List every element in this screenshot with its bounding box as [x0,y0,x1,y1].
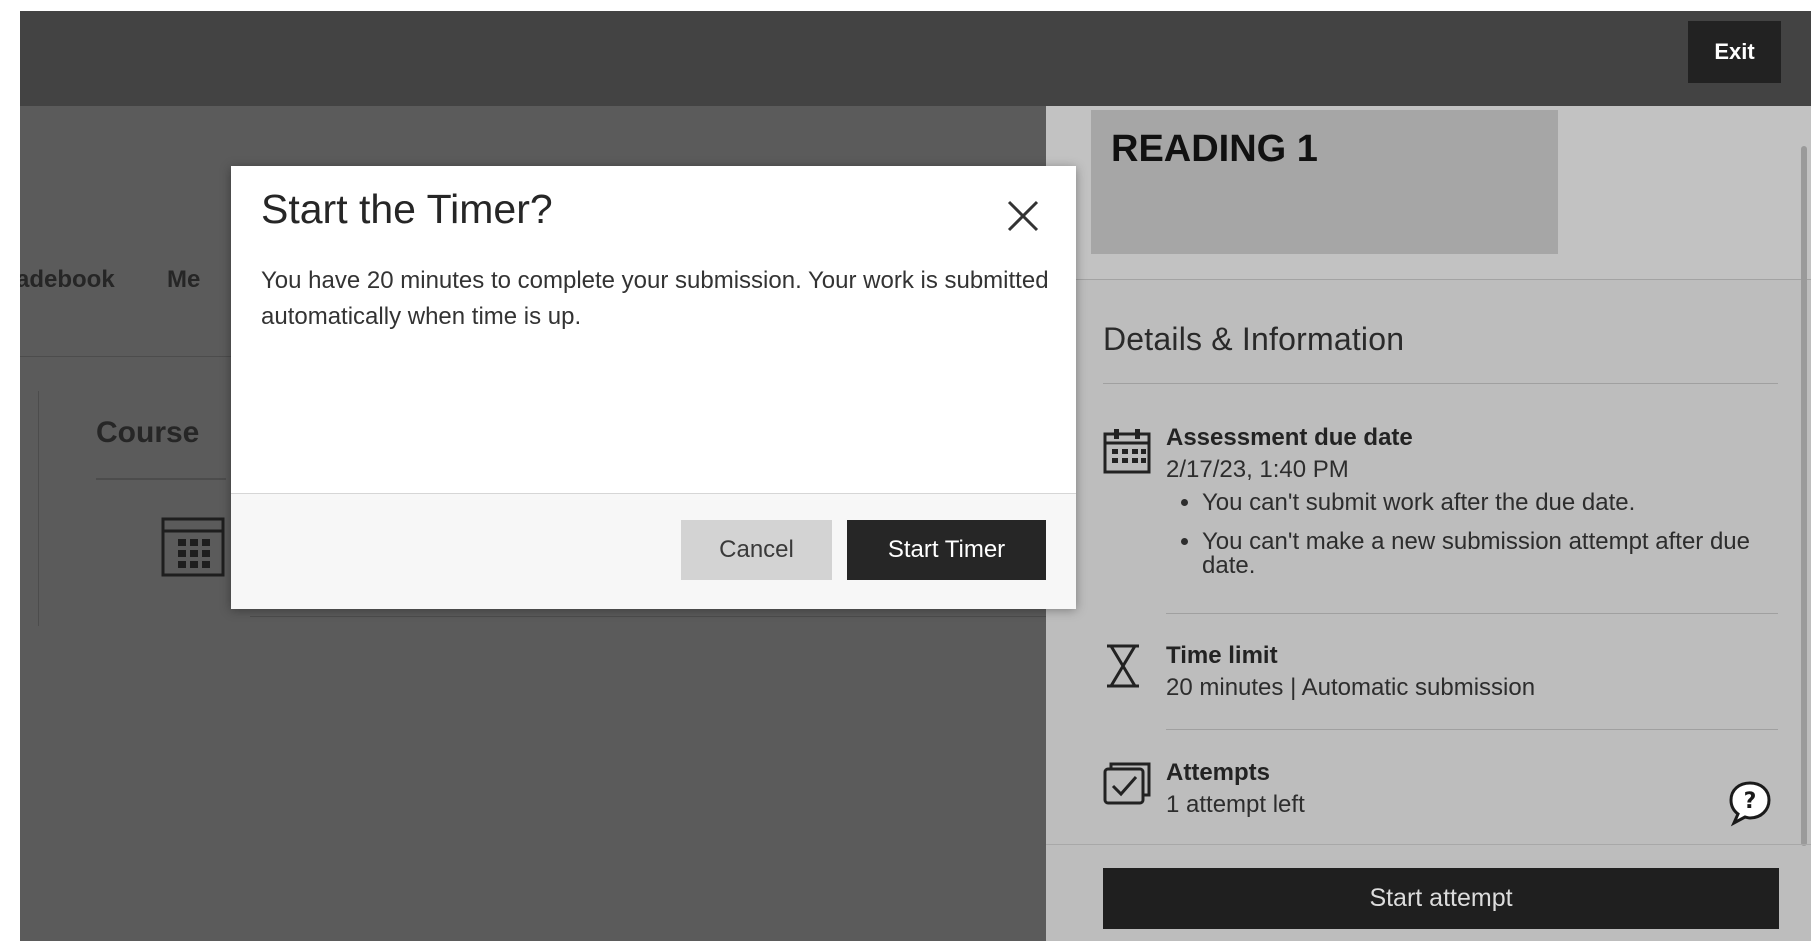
start-timer-button[interactable]: Start Timer [847,520,1046,580]
due-date-label: Assessment due date [1166,424,1413,451]
section-title: Details & Information [1103,321,1405,357]
panel-header: READING 1 [1046,106,1811,279]
due-date-notes: You can't submit work after the due date… [1166,491,1762,593]
background-vertical-line [38,391,39,626]
time-limit-value: 20 minutes | Automatic submission [1166,674,1536,701]
checkbox-icon [1103,762,1151,805]
exit-button[interactable]: Exit [1688,21,1781,83]
top-bar: Exit [20,11,1811,106]
background-course-heading: Course [96,416,200,449]
panel-separator [1046,279,1811,280]
panel-scrollbar[interactable] [1801,146,1807,846]
row-divider [1166,613,1778,614]
row-divider [1166,729,1778,730]
attempts-label: Attempts [1166,759,1271,786]
details-panel: READING 1 Details & Information Assessme… [1046,106,1811,941]
due-note: You can't submit work after the due date… [1202,491,1762,515]
hourglass-icon [1107,644,1139,688]
section-divider [1103,383,1778,384]
close-icon[interactable] [1001,194,1045,238]
attempts-value: 1 attempt left [1166,791,1305,818]
svg-text:?: ? [1744,789,1757,814]
start-timer-dialog: Start the Timer? You have 20 minutes to … [231,166,1076,609]
assessment-title: READING 1 [1111,128,1318,170]
tab-messages[interactable]: Me [167,266,200,294]
dialog-title: Start the Timer? [261,186,553,232]
cancel-button[interactable]: Cancel [681,520,832,580]
calendar-icon [1103,429,1151,474]
background-heading-underline [96,478,226,480]
help-icon[interactable]: ? [1726,779,1774,827]
title-banner: READING 1 [1091,110,1558,254]
dialog-message: You have 20 minutes to complete your sub… [261,267,1049,330]
due-date-value: 2/17/23, 1:40 PM [1166,456,1349,483]
app-window: Exit adebook Me Course READING 1 Details… [20,11,1811,941]
tab-gradebook[interactable]: adebook [20,266,115,294]
time-limit-label: Time limit [1166,642,1278,669]
dialog-footer: Cancel Start Timer [231,493,1076,609]
start-attempt-button[interactable]: Start attempt [1103,868,1779,929]
footer-separator [1046,844,1811,845]
due-note: You can't make a new submission attempt … [1202,530,1762,578]
background-calendar-icon [161,517,225,577]
background-row-line [250,616,1046,617]
